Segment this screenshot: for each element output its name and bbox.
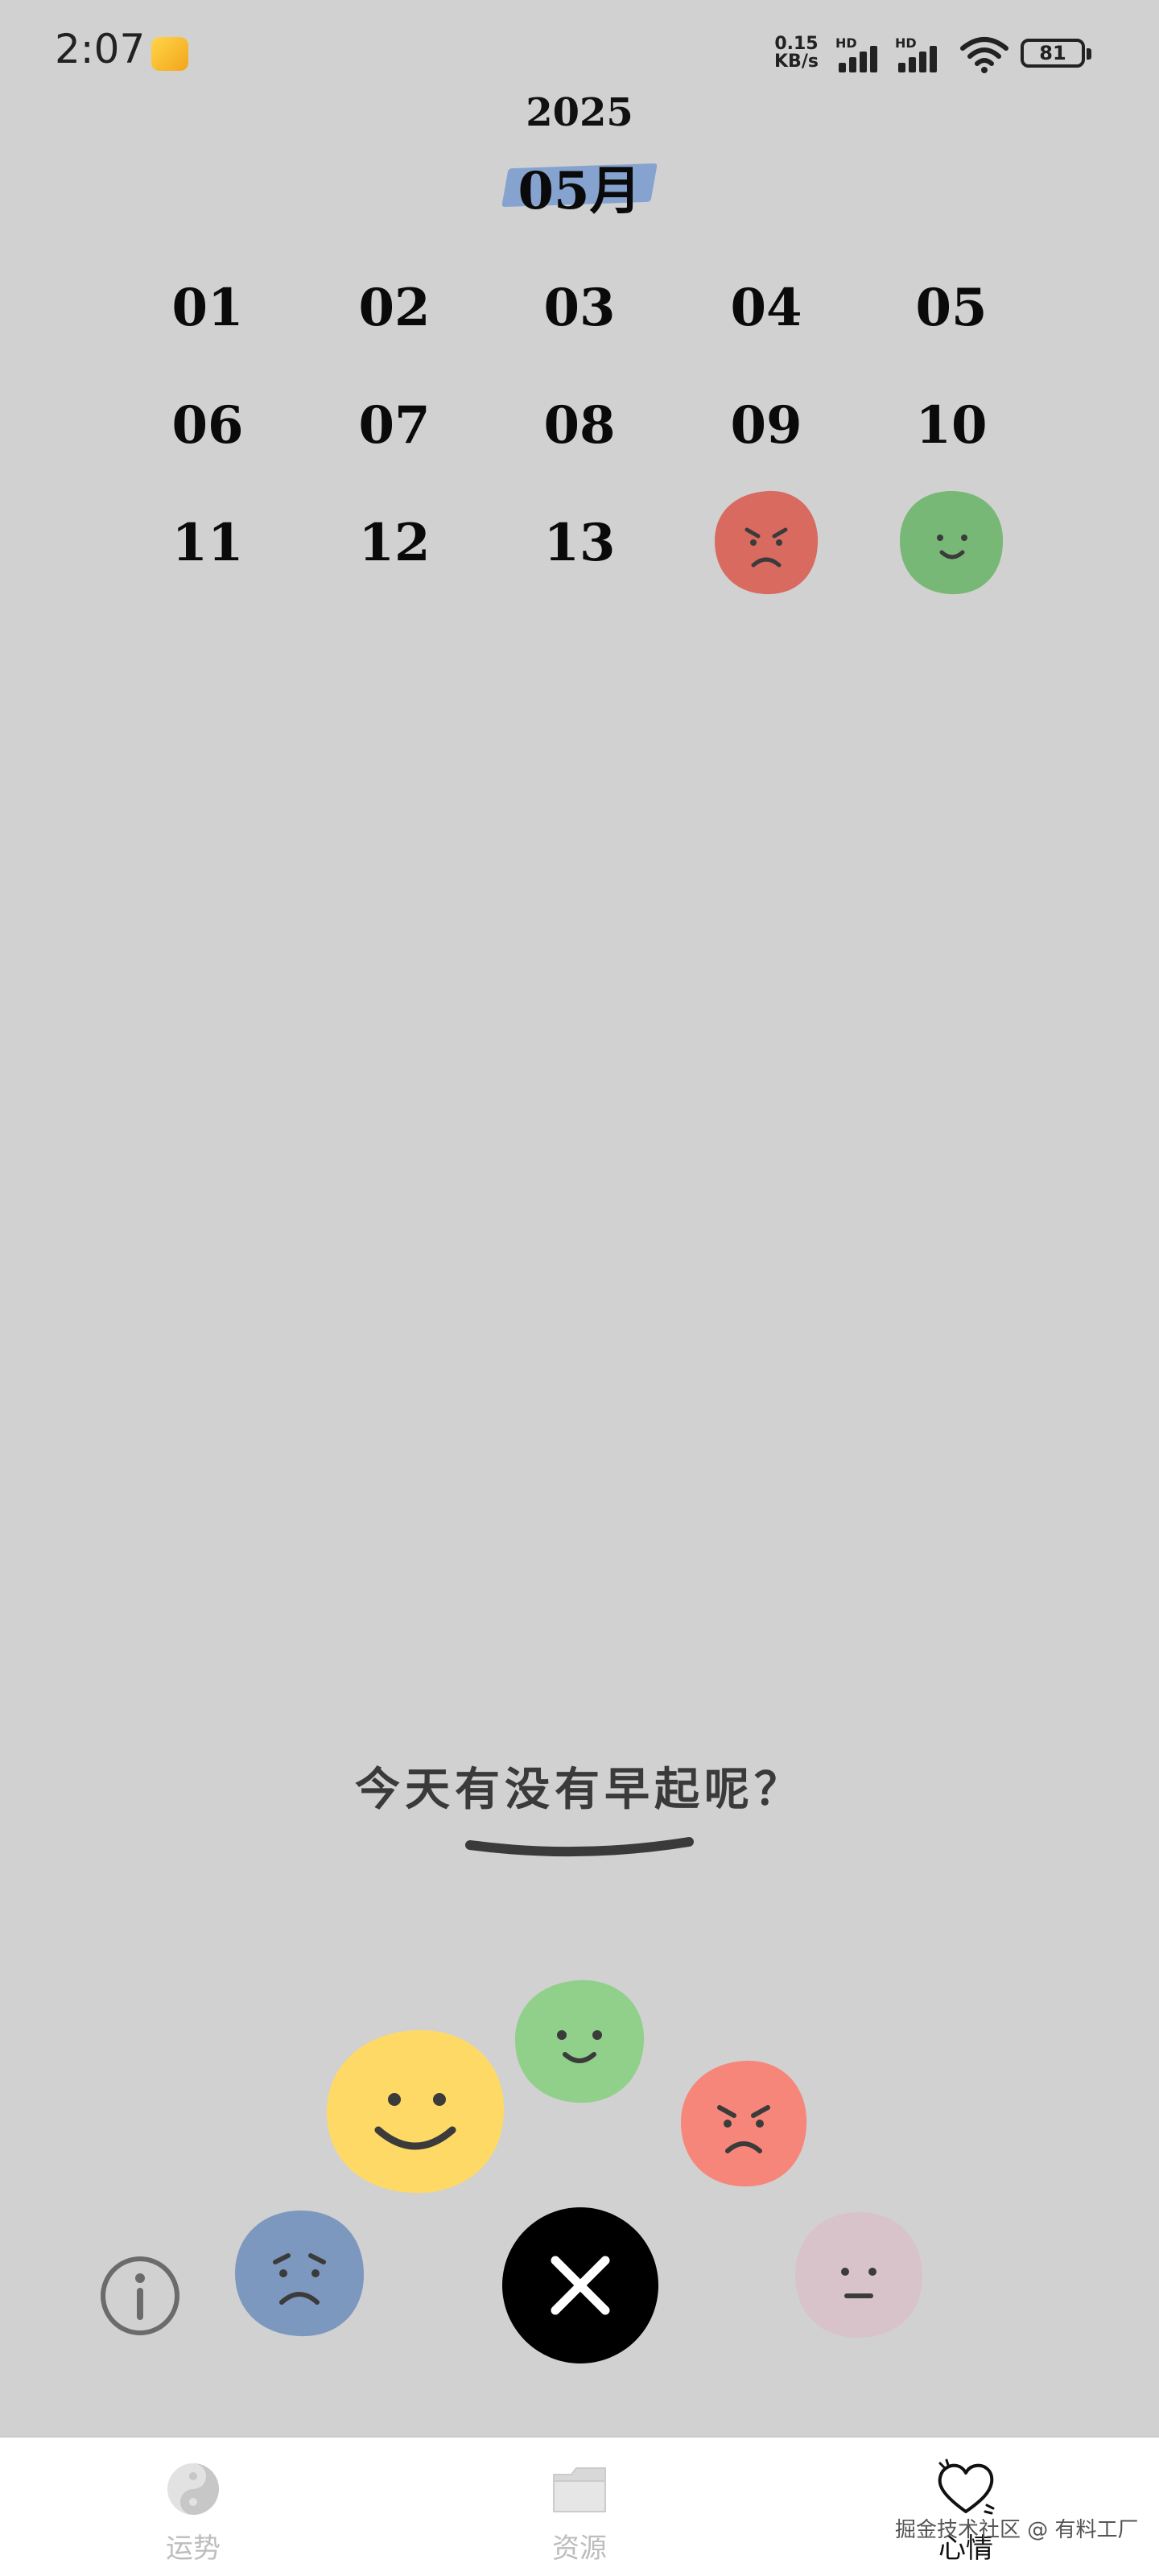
calendar-day-04[interactable]: 04 — [702, 251, 831, 364]
calendar-day-number: 04 — [730, 277, 802, 338]
calendar-day-03[interactable]: 03 — [515, 251, 644, 364]
calendar-day-10[interactable]: 10 — [887, 369, 1016, 481]
nav-label-resources: 资源 — [552, 2533, 607, 2565]
calendar-day-07[interactable]: 07 — [330, 369, 459, 481]
calendar-day-08[interactable]: 08 — [515, 369, 644, 481]
yin-yang-icon — [167, 2463, 219, 2515]
angry-face-icon — [681, 2060, 807, 2187]
calendar-day-09[interactable]: 09 — [702, 369, 831, 481]
year-label: 2025 — [526, 90, 633, 135]
calendar-day-05[interactable]: 05 — [887, 251, 1016, 364]
nav-item-fortune[interactable]: 运势 — [72, 2438, 314, 2576]
calendar-day-14[interactable] — [702, 486, 831, 599]
calendar-day-number: 01 — [171, 277, 244, 338]
calendar-day-11[interactable]: 11 — [143, 486, 272, 599]
big-smile-face-icon — [326, 2029, 505, 2194]
calendar-day-06[interactable]: 06 — [143, 369, 272, 481]
mood-sad-button[interactable] — [232, 2207, 367, 2339]
notification-app-icon — [151, 37, 188, 71]
wifi-icon — [960, 37, 1008, 73]
happy-mood-icon — [900, 491, 1004, 595]
calendar-day-number: 06 — [171, 394, 244, 456]
mood-angry-button[interactable] — [678, 2058, 810, 2190]
calendar-day-13[interactable]: 13 — [515, 486, 644, 599]
calendar-day-number: 13 — [543, 512, 616, 573]
prompt-question: 今天有没有早起呢？ — [355, 1764, 804, 1816]
watermark: 掘金技术社区 @ 有料工厂 — [895, 2518, 1139, 2542]
calendar-day-12[interactable]: 12 — [330, 486, 459, 599]
nav-item-resources[interactable]: 资源 — [459, 2438, 700, 2576]
network-speed-unit: KB/s — [774, 52, 819, 72]
calendar-day-15[interactable] — [887, 486, 1016, 599]
neutral-face-icon — [795, 2212, 922, 2338]
calendar-day-number: 12 — [358, 512, 431, 573]
status-bar: 2:07 0.15 KB/s HD HD 81 — [0, 0, 1159, 105]
calendar-day-number: 09 — [730, 394, 802, 456]
status-time: 2:07 — [55, 26, 146, 72]
nav-label-fortune: 运势 — [166, 2533, 221, 2565]
mood-neutral-button[interactable] — [792, 2209, 926, 2341]
mood-calendar-screen: 2:07 0.15 KB/s HD HD 81 2025 05月 01 02 0… — [0, 0, 1159, 2576]
network-speed: 0.15 KB/s — [774, 35, 819, 71]
mood-joy-button[interactable] — [322, 2025, 509, 2198]
network-speed-value: 0.15 — [774, 34, 819, 54]
calendar-day-number: 07 — [358, 394, 431, 456]
mood-happy-button[interactable] — [512, 1977, 647, 2106]
month-label: 05月 — [518, 161, 641, 221]
bottom-nav: 运势 资源 心情 — [0, 2436, 1159, 2576]
close-icon — [551, 2256, 610, 2315]
calendar-day-number: 11 — [171, 512, 244, 573]
calendar-day-number: 08 — [543, 394, 616, 456]
close-button[interactable] — [502, 2207, 658, 2363]
calendar-day-number: 10 — [915, 394, 988, 456]
folder-icon — [553, 2467, 606, 2512]
calendar-day-number: 02 — [358, 277, 431, 338]
cellular-signal-icon: HD — [835, 35, 889, 72]
info-icon[interactable] — [98, 2254, 182, 2338]
heart-icon — [938, 2458, 995, 2515]
sad-face-icon — [235, 2211, 364, 2337]
calendar-day-01[interactable]: 01 — [143, 251, 272, 364]
happy-face-icon — [515, 1979, 645, 2103]
calendar-day-number: 03 — [543, 277, 616, 338]
angry-mood-icon — [715, 490, 819, 595]
prompt-underline — [465, 1837, 694, 1857]
nav-item-mood[interactable]: 心情 — [845, 2438, 1087, 2576]
calendar-day-number: 05 — [915, 277, 988, 338]
calendar-day-02[interactable]: 02 — [330, 251, 459, 364]
month-selector[interactable]: 05月 — [499, 150, 660, 221]
cellular-signal-icon-2: HD — [895, 35, 948, 72]
battery-indicator: 81 — [1021, 39, 1091, 68]
